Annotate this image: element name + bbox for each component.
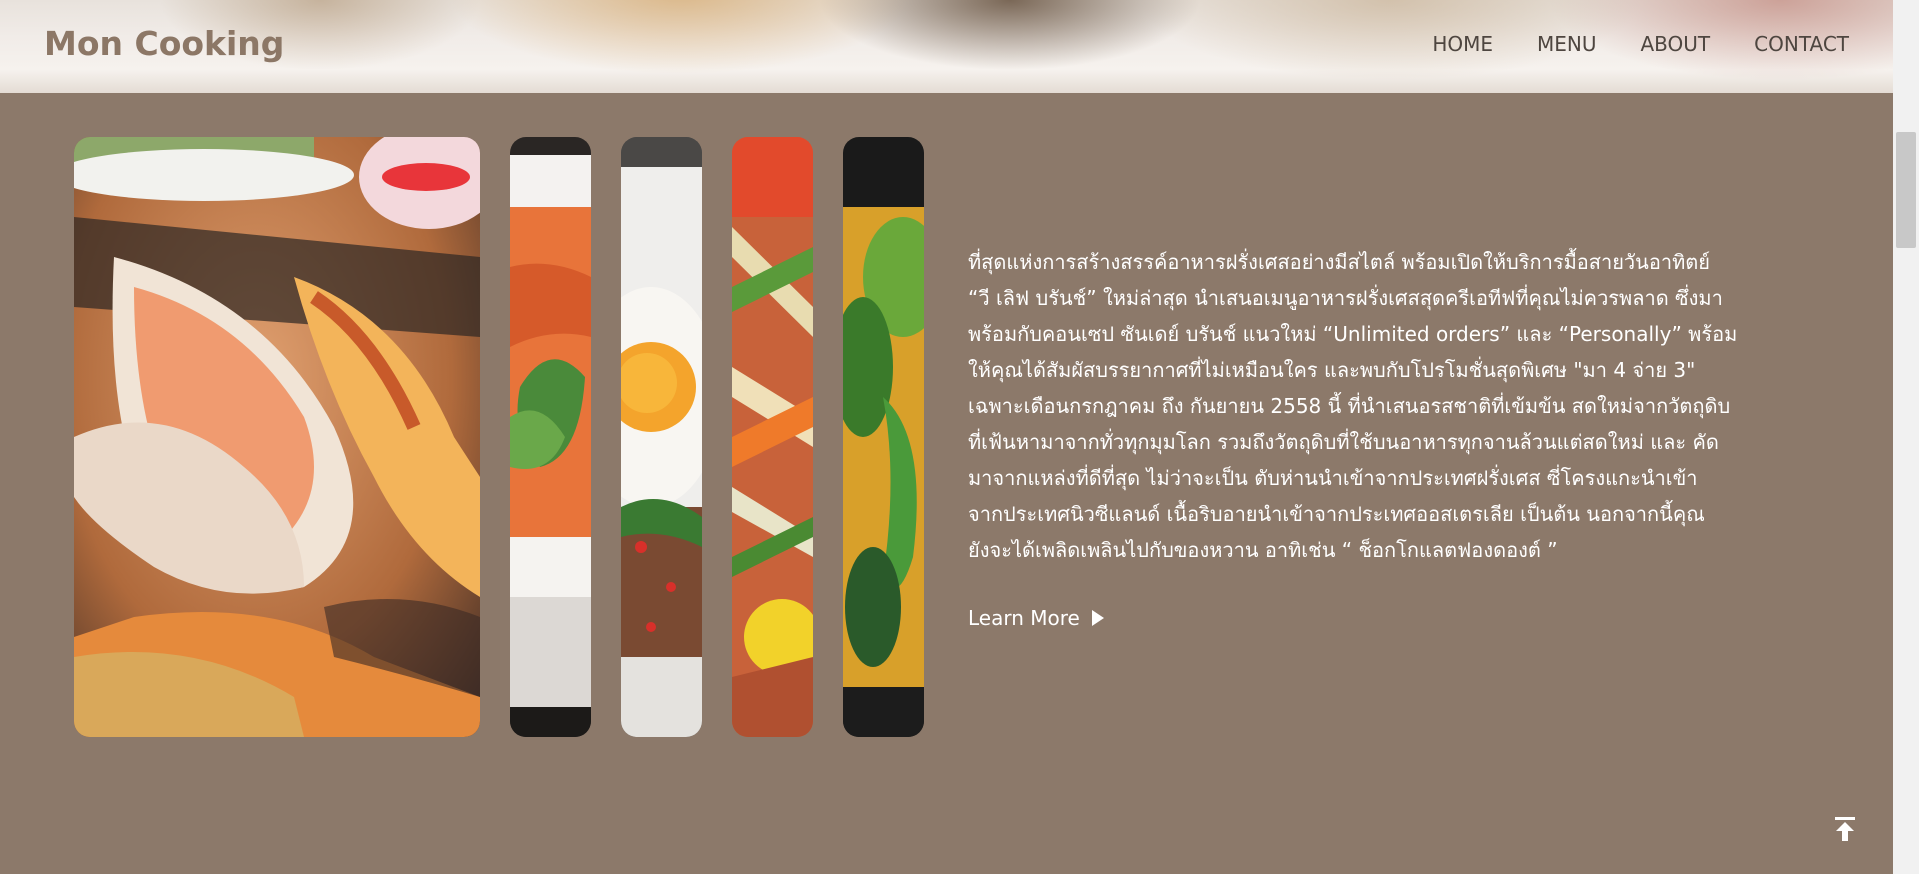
yellow-curry-image: [843, 137, 924, 737]
about-line: ยังจะได้เพลิดเพลินไปกับของหวาน อาทิเช่น …: [968, 538, 1558, 562]
papaya-salad-image: [732, 137, 813, 737]
about-line: “วี เลิฟ บรันช์” ใหม่ล่าสุด นำเสนอเมนูอา…: [968, 286, 1723, 310]
about-line: ให้คุณได้สัมผัสบรรยากาศที่ไม่เหมือนใคร แ…: [968, 358, 1696, 382]
scrollbar-thumb[interactable]: [1896, 132, 1916, 248]
grilled-prawns-image: [74, 137, 480, 737]
about-line: มาจากแหล่งที่ดีที่สุด ไม่ว่าจะเป็น ตับห่…: [968, 466, 1698, 490]
site-logo[interactable]: Mon Cooking: [44, 24, 284, 63]
about-line: พร้อมกับคอนเซป ซันเดย์ บรันช์ แนวใหม่ “U…: [968, 322, 1738, 346]
site-header: Mon Cooking HOME MENU ABOUT CONTACT: [0, 0, 1893, 93]
about-line: จากประเทศนิวซีแลนด์ เนื้อริบอายนำเข้าจาก…: [968, 502, 1705, 526]
learn-more-label: Learn More: [968, 606, 1080, 630]
tom-yum-soup-image: [510, 137, 591, 737]
about-line: ที่เฟ้นหามาจากทั่วทุกมุมโลก รวมถึงวัตถุด…: [968, 430, 1719, 454]
nav-home[interactable]: HOME: [1432, 31, 1493, 57]
page-scrollbar[interactable]: [1893, 0, 1919, 874]
about-line: เฉพาะเดือนกรกฎาคม ถึง กันยายน 2558 นี้ ท…: [968, 394, 1731, 418]
basil-pork-fried-egg-image: [621, 137, 702, 737]
learn-more-link[interactable]: Learn More: [968, 606, 1104, 630]
back-to-top-button[interactable]: [1830, 814, 1860, 844]
main-nav: HOME MENU ABOUT CONTACT: [1388, 31, 1849, 57]
nav-about[interactable]: ABOUT: [1641, 31, 1711, 57]
about-line: ที่สุดแห่งการสร้างสรรค์อาหารฝรั่งเศสอย่า…: [968, 250, 1710, 274]
nav-contact[interactable]: CONTACT: [1754, 31, 1849, 57]
arrow-up-to-top-icon: [1835, 817, 1855, 841]
play-triangle-icon: [1091, 610, 1104, 626]
nav-menu[interactable]: MENU: [1537, 31, 1597, 57]
about-description: ที่สุดแห่งการสร้างสรรค์อาหารฝรั่งเศสอย่า…: [968, 244, 1828, 568]
